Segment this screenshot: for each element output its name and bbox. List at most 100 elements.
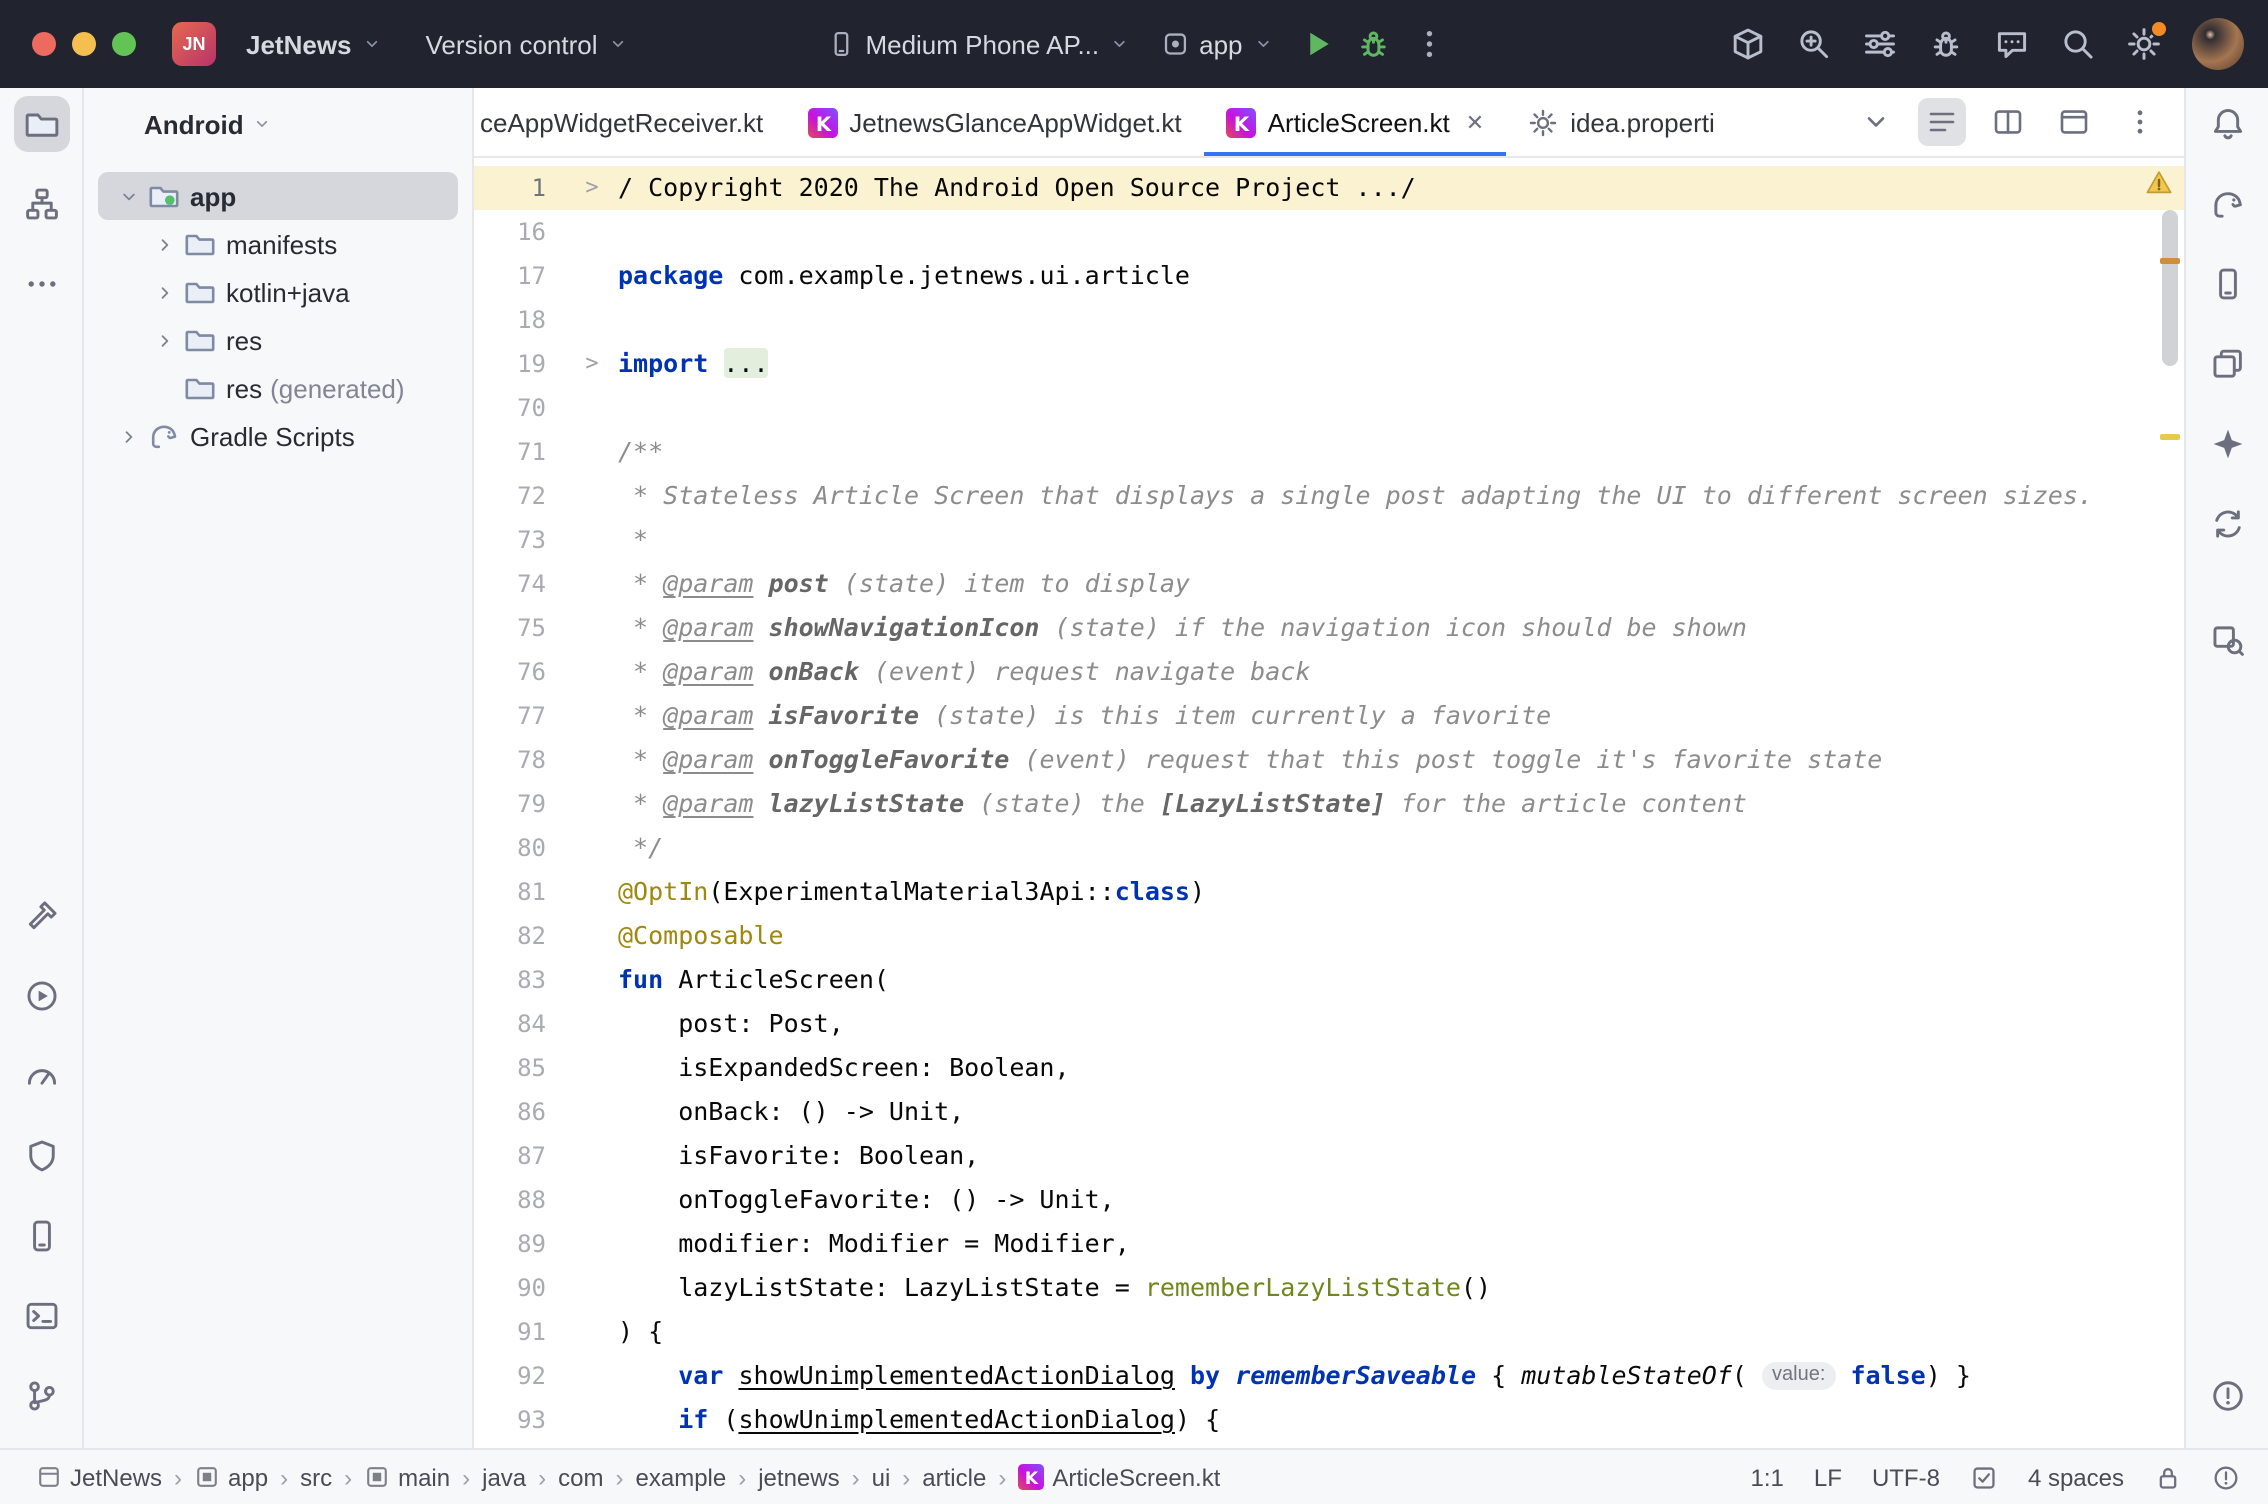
breadcrumb-item-ui[interactable]: ui (872, 1463, 891, 1491)
code-line[interactable]: 74 * @param post (state) item to display (474, 562, 2184, 606)
run-button[interactable] (1291, 18, 1343, 70)
more-run-options-button[interactable] (1403, 18, 1455, 70)
breadcrumb-item-jetnews[interactable]: jetnews (758, 1463, 839, 1491)
lock-icon[interactable] (2154, 1463, 2182, 1491)
fold-marker-icon[interactable]: > (566, 342, 618, 386)
breadcrumb-item-src[interactable]: src (300, 1463, 332, 1491)
code-line[interactable]: 19>import ... (474, 342, 2184, 386)
line-separator-widget[interactable]: LF (1814, 1463, 1842, 1491)
breadcrumb-item-articlescreen-kt[interactable]: KArticleScreen.kt (1018, 1463, 1220, 1491)
code-line[interactable]: 92 var showUnimplementedActionDialog by … (474, 1354, 2184, 1398)
breadcrumb-item-java[interactable]: java (482, 1463, 526, 1491)
stripe-warning-mark[interactable] (2160, 258, 2180, 264)
editor-tab-jetnewsglanceappwidget-kt[interactable]: KJetnewsGlanceAppWidget.kt (785, 88, 1203, 156)
avatar[interactable] (2192, 18, 2244, 70)
caret-position-widget[interactable]: 1:1 (1751, 1463, 1784, 1491)
code-line[interactable]: 18 (474, 298, 2184, 342)
more-tool-windows-tool-button[interactable] (13, 256, 69, 312)
version-control-tool-button[interactable] (13, 1368, 69, 1424)
code-line[interactable]: 80 */ (474, 826, 2184, 870)
code-line[interactable]: 83fun ArticleScreen( (474, 958, 2184, 1002)
editor-list-button[interactable] (1918, 98, 1966, 146)
breadcrumb-item-app[interactable]: app (194, 1463, 268, 1491)
device-selector-button[interactable]: Medium Phone AP... (813, 21, 1143, 67)
project-view-selector[interactable]: Android (84, 88, 472, 160)
tree-item-app[interactable]: app (98, 172, 458, 220)
problems-tool-button[interactable] (2199, 1368, 2255, 1424)
code-line[interactable]: 89 modifier: Modifier = Modifier, (474, 1222, 2184, 1266)
code-line[interactable]: 91) { (474, 1310, 2184, 1354)
indent-widget[interactable]: 4 spaces (2028, 1463, 2124, 1491)
breadcrumb-item-jetnews[interactable]: JetNews (36, 1463, 162, 1491)
tree-item-gradle-scripts[interactable]: Gradle Scripts (98, 412, 458, 460)
code-line[interactable]: 93 if (showUnimplementedActionDialog) { (474, 1398, 2184, 1442)
code-line[interactable]: 85 isExpandedScreen: Boolean, (474, 1046, 2184, 1090)
code-line[interactable]: 16 (474, 210, 2184, 254)
code-line[interactable]: 90 lazyListState: LazyListState = rememb… (474, 1266, 2184, 1310)
code-line[interactable]: 17package com.example.jetnews.ui.article (474, 254, 2184, 298)
close-window-button[interactable] (32, 32, 56, 56)
code-line[interactable]: 72 * Stateless Article Screen that displ… (474, 474, 2184, 518)
code-line[interactable]: 76 * @param onBack (event) request navig… (474, 650, 2184, 694)
layout-inspector-tool-button[interactable] (2199, 612, 2255, 668)
vcs-menu-button[interactable]: Version control (412, 21, 642, 67)
editor-tab-idea-properti[interactable]: idea.properti (1506, 88, 1737, 156)
logcat-tool-button[interactable] (13, 1208, 69, 1264)
code-line[interactable]: 88 onToggleFavorite: () -> Unit, (474, 1178, 2184, 1222)
code-line[interactable]: 79 * @param lazyListState (state) the [L… (474, 782, 2184, 826)
gemini-tool-button[interactable] (2199, 416, 2255, 472)
editor-tab-ceappwidgetreceiver-kt[interactable]: ceAppWidgetReceiver.kt (474, 88, 785, 156)
code-line[interactable]: 75 * @param showNavigationIcon (state) i… (474, 606, 2184, 650)
search-everywhere-button[interactable] (2052, 18, 2104, 70)
code-line[interactable]: 70 (474, 386, 2184, 430)
code-editor[interactable]: 1>/ Copyright 2020 The Android Open Sour… (474, 158, 2184, 1454)
breadcrumb-item-main[interactable]: main (364, 1463, 450, 1491)
device-manager-tool-button[interactable] (2199, 256, 2255, 312)
view-options-button[interactable] (1854, 18, 1906, 70)
debugger-button[interactable] (1920, 18, 1972, 70)
hidden-tabs-button[interactable] (1852, 98, 1900, 146)
tree-item-res[interactable]: res(generated) (98, 364, 458, 412)
settings-button[interactable] (2118, 18, 2170, 70)
code-line[interactable]: 78 * @param onToggleFavorite (event) req… (474, 738, 2184, 782)
editor-more-button[interactable] (2116, 98, 2164, 146)
editor-scrollbar[interactable] (2162, 210, 2178, 366)
code-line[interactable]: 71/** (474, 430, 2184, 474)
tree-chevron-icon[interactable] (148, 329, 180, 351)
tree-item-kotlin-java[interactable]: kotlin+java (98, 268, 458, 316)
split-editor-button[interactable] (1984, 98, 2032, 146)
breadcrumb-item-com[interactable]: com (558, 1463, 603, 1491)
code-line[interactable]: 87 isFavorite: Boolean, (474, 1134, 2184, 1178)
code-line[interactable]: 73 * (474, 518, 2184, 562)
code-line[interactable]: 82@Composable (474, 914, 2184, 958)
open-in-window-button[interactable] (2050, 98, 2098, 146)
code-line[interactable]: 1>/ Copyright 2020 The Android Open Sour… (474, 166, 2184, 210)
project-tool-button[interactable] (13, 96, 69, 152)
minimize-window-button[interactable] (72, 32, 96, 56)
editor-tab-articlescreen-kt[interactable]: KArticleScreen.kt✕ (1204, 88, 1507, 156)
ai-assistant-button[interactable] (1986, 18, 2038, 70)
inspections-widget-icon[interactable] (1970, 1463, 1998, 1491)
code-line[interactable]: 84 post: Post, (474, 1002, 2184, 1046)
code-line[interactable]: 77 * @param isFavorite (state) is this i… (474, 694, 2184, 738)
stripe-warning-mark[interactable] (2160, 434, 2180, 440)
running-devices-tool-button[interactable] (2199, 336, 2255, 392)
tree-item-manifests[interactable]: manifests (98, 220, 458, 268)
run-tool-button[interactable] (13, 968, 69, 1024)
structure-tool-button[interactable] (13, 176, 69, 232)
tree-chevron-icon[interactable] (148, 233, 180, 255)
profiler-tool-button[interactable] (13, 1048, 69, 1104)
gradle-tool-button[interactable] (2199, 176, 2255, 232)
tree-chevron-icon[interactable] (148, 281, 180, 303)
project-menu-button[interactable]: JetNews (232, 21, 396, 67)
find-actions-button[interactable] (1788, 18, 1840, 70)
breadcrumb-item-article[interactable]: article (922, 1463, 986, 1491)
app-inspection-tool-button[interactable] (2199, 496, 2255, 552)
run-config-button[interactable]: app (1147, 21, 1286, 67)
code-line[interactable]: 81@OptIn(ExperimentalMaterial3Api::class… (474, 870, 2184, 914)
terminal-tool-button[interactable] (13, 1288, 69, 1344)
close-tab-icon[interactable]: ✕ (1466, 109, 1484, 135)
app-quality-insights-tool-button[interactable] (13, 1128, 69, 1184)
status-problems-icon[interactable] (2212, 1463, 2240, 1491)
notifications-tool-button[interactable] (2199, 96, 2255, 152)
